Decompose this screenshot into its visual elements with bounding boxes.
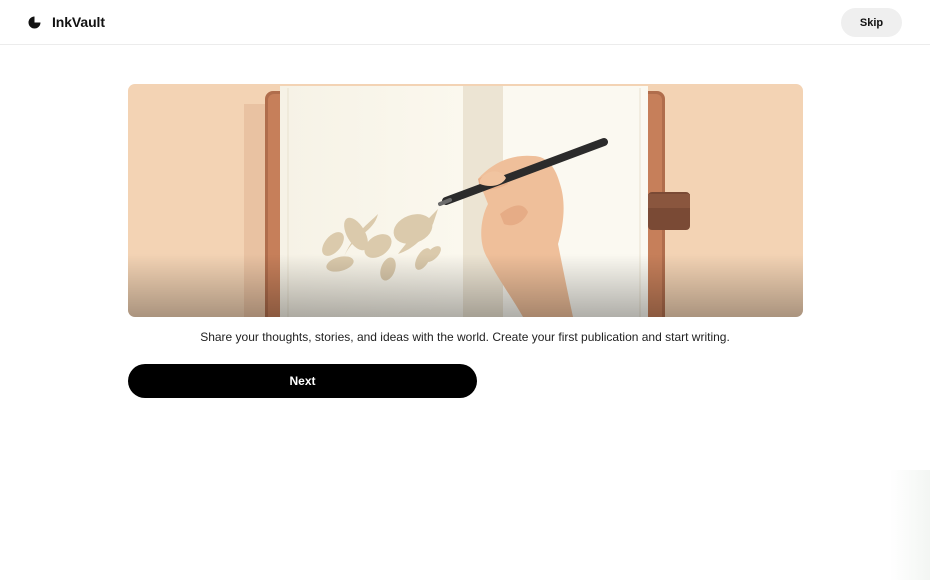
app-name: InkVault	[52, 14, 105, 30]
notebook-writing-illustration	[128, 84, 803, 317]
brand[interactable]: InkVault	[28, 14, 105, 30]
top-bar: InkVault Skip	[0, 0, 930, 45]
onboarding-description: Share your thoughts, stories, and ideas …	[200, 330, 730, 344]
ink-drop-icon	[28, 16, 41, 28]
next-button[interactable]: Next	[128, 364, 477, 398]
skip-button[interactable]: Skip	[841, 8, 902, 37]
corner-decoration	[890, 470, 930, 580]
hero-illustration	[128, 84, 803, 317]
